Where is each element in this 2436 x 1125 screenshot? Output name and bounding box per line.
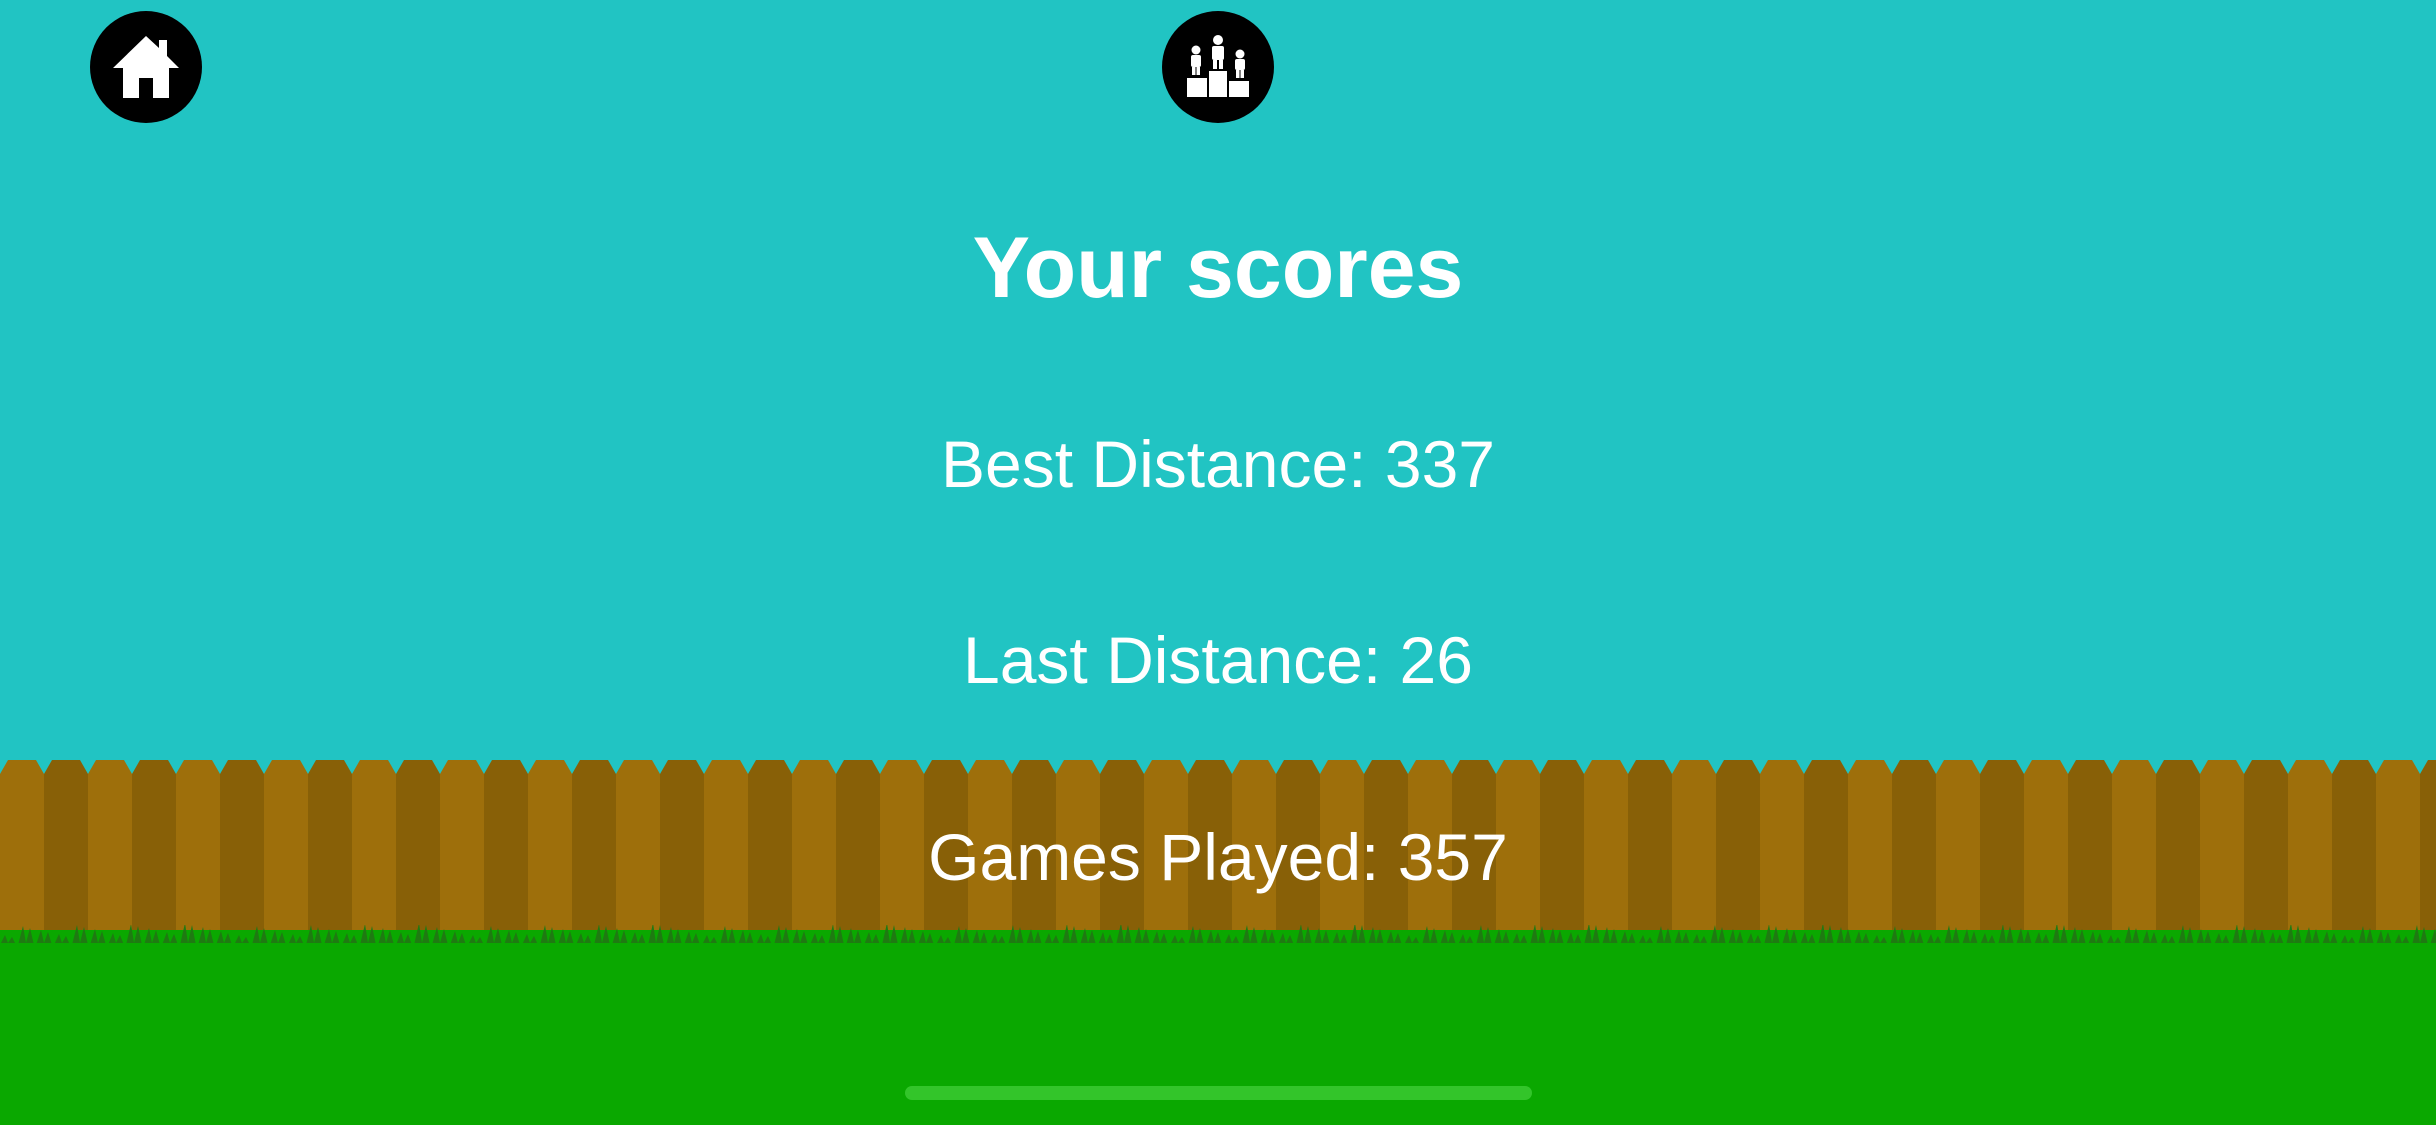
game-scene: Your scores Best Distance: 337 Last Dist… xyxy=(0,0,2436,1125)
home-indicator-bar[interactable] xyxy=(905,1086,1532,1100)
podium-icon xyxy=(1187,35,1249,97)
grass-tufts xyxy=(0,925,2436,975)
games-played-text: Games Played: 357 xyxy=(928,820,1508,894)
best-distance-text: Best Distance: 337 xyxy=(941,427,1495,501)
last-distance-text: Last Distance: 26 xyxy=(963,623,1473,697)
leaderboard-button[interactable] xyxy=(1162,11,1274,123)
home-icon xyxy=(113,36,179,98)
home-button[interactable] xyxy=(90,11,202,123)
scores-title: Your scores xyxy=(972,220,1464,316)
